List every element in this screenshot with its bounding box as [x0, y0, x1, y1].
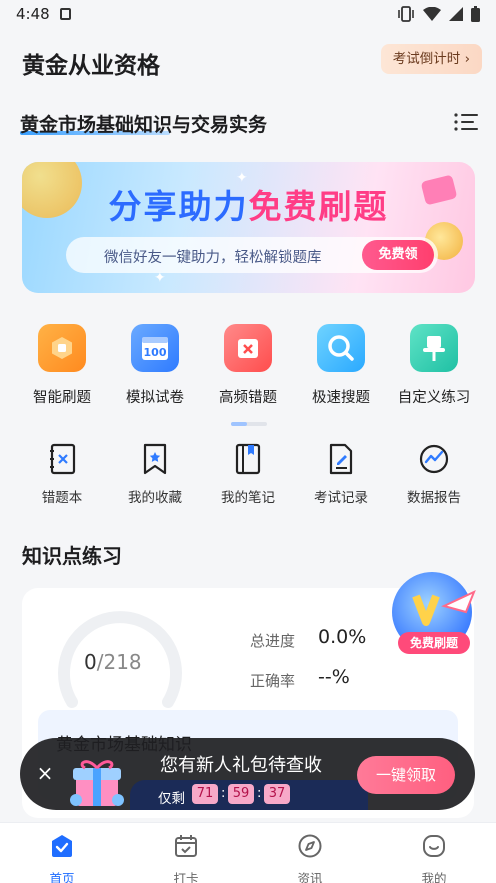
progress-label: 总进度 — [250, 632, 296, 650]
tool-label: 错题本 — [41, 490, 83, 506]
data-report-icon — [417, 442, 451, 476]
claim-gift-button[interactable]: 一键领取 — [357, 756, 455, 794]
timer-label: 仅剩 — [158, 791, 185, 807]
tool-data-report[interactable]: 数据报告 — [388, 440, 480, 510]
feature-quick-search[interactable]: 极速搜题 — [295, 320, 387, 410]
tool-error-book[interactable]: 错题本 — [16, 440, 108, 510]
progress-done: 0 — [84, 650, 97, 674]
countdown-timer: 仅剩 71 : 59 : 37 — [130, 780, 368, 810]
list-icon[interactable] — [454, 112, 478, 132]
profile-icon — [423, 835, 445, 857]
feature-label: 智能刷题 — [33, 390, 91, 406]
tools-row: 错题本 我的收藏 我的笔记 考试记录 数据报告 — [16, 440, 480, 510]
gift-icon — [70, 760, 124, 806]
new-user-gift-toast: × 您有新人礼包待查收 仅剩 71 : 59 : 37 一键领取 — [20, 738, 475, 810]
tab-label: 打卡 — [173, 871, 199, 883]
tool-label: 我的笔记 — [221, 490, 275, 506]
mock-exam-icon: 100 — [131, 324, 179, 372]
accuracy-value: --% — [318, 666, 350, 688]
timer-colon: : — [257, 786, 262, 801]
banner-title-part2: 免费刷题 — [248, 187, 389, 226]
calendar-icon — [175, 835, 197, 857]
feature-label: 模拟试卷 — [126, 390, 184, 406]
home-icon — [52, 835, 72, 857]
tab-home[interactable]: 首页 — [0, 823, 124, 883]
frequent-errors-icon — [224, 324, 272, 372]
timer-minutes: 59 — [228, 784, 254, 804]
section-title: 知识点练习 — [22, 544, 122, 568]
feature-label: 自定义练习 — [397, 390, 471, 406]
status-icons — [397, 6, 480, 22]
svg-text:100: 100 — [144, 346, 167, 359]
subject-title[interactable]: 黄金市场基础知识与交易实务 — [20, 110, 267, 137]
promo-banner[interactable]: ✦ ✦ 分享助力免费刷题 微信好友一键助力，轻松解锁题库 免费领 — [22, 162, 475, 293]
bookmark-icon — [138, 442, 172, 476]
wifi-icon — [423, 7, 441, 21]
tool-notes[interactable]: 我的笔记 — [202, 440, 294, 510]
tab-news[interactable]: 资讯 — [248, 823, 372, 883]
battery-icon — [471, 6, 480, 22]
custom-practice-icon — [410, 324, 458, 372]
tab-label: 资讯 — [297, 871, 323, 883]
exam-record-icon — [324, 442, 358, 476]
feature-smart-practice[interactable]: 智能刷题 — [16, 320, 108, 410]
float-badge-label: 免费刷题 — [409, 636, 458, 650]
notification-icon — [60, 8, 71, 20]
tab-profile[interactable]: 我的 — [372, 823, 496, 883]
banner-title: 分享助力免费刷题 — [22, 180, 475, 228]
smart-practice-icon — [38, 324, 86, 372]
page-indicator — [231, 422, 267, 426]
tool-favorites[interactable]: 我的收藏 — [109, 440, 201, 510]
timer-colon: : — [221, 786, 226, 801]
tool-exam-records[interactable]: 考试记录 — [295, 440, 387, 510]
feature-custom-practice[interactable]: 自定义练习 — [388, 320, 480, 410]
bottom-tab-bar: 首页 打卡 资讯 我的 — [0, 822, 496, 883]
feature-frequent-errors[interactable]: 高频错题 — [202, 320, 294, 410]
vibrate-icon — [398, 6, 414, 22]
banner-title-part1: 分享助力 — [108, 187, 249, 226]
notes-icon — [231, 442, 265, 476]
chevron-right-icon: › — [464, 51, 470, 67]
feature-label: 极速搜题 — [312, 390, 370, 406]
feature-label: 高频错题 — [219, 390, 277, 406]
tool-label: 考试记录 — [314, 490, 368, 506]
timer-seconds: 37 — [264, 784, 290, 804]
search-icon — [317, 324, 365, 372]
countdown-label: 考试倒计时 — [392, 51, 461, 67]
tool-label: 我的收藏 — [128, 490, 182, 506]
toast-title: 您有新人礼包待查收 — [160, 755, 322, 776]
app-header: 黄金从业资格 考试倒计时 › — [0, 30, 496, 94]
progress-value: 0.0% — [318, 626, 367, 648]
progress-total: 218 — [103, 650, 142, 674]
timer-hours: 71 — [192, 784, 218, 804]
signal-icon — [449, 7, 463, 21]
banner-subtitle-pill: 微信好友一键助力，轻松解锁题库 免费领 — [66, 237, 438, 273]
error-book-icon — [45, 442, 79, 476]
feature-mock-exam[interactable]: 100 模拟试卷 — [109, 320, 201, 410]
status-time: 4:48 — [16, 5, 50, 23]
page-indicator-active — [231, 422, 247, 426]
exam-countdown-button[interactable]: 考试倒计时 › — [380, 44, 482, 74]
tab-checkin[interactable]: 打卡 — [124, 823, 248, 883]
rocket-badge-icon — [392, 572, 476, 654]
banner-subtitle: 微信好友一键助力，轻松解锁题库 — [104, 250, 322, 266]
compass-icon — [298, 834, 322, 858]
progress-count: 0/218 — [84, 650, 142, 674]
subject-bar: 黄金市场基础知识与交易实务 — [0, 100, 496, 140]
tab-label: 首页 — [49, 871, 75, 883]
status-bar: 4:48 — [0, 0, 496, 30]
tab-label: 我的 — [421, 871, 447, 883]
feature-grid: 智能刷题 100 模拟试卷 高频错题 极速搜题 自定义练习 — [16, 320, 480, 410]
page-title: 黄金从业资格 — [22, 53, 160, 79]
accuracy-label: 正确率 — [250, 672, 296, 690]
free-claim-button[interactable]: 免费领 — [362, 240, 434, 270]
close-icon[interactable]: × — [34, 762, 56, 784]
tool-label: 数据报告 — [407, 490, 461, 506]
free-practice-float-badge[interactable]: 免费刷题 — [382, 566, 488, 666]
